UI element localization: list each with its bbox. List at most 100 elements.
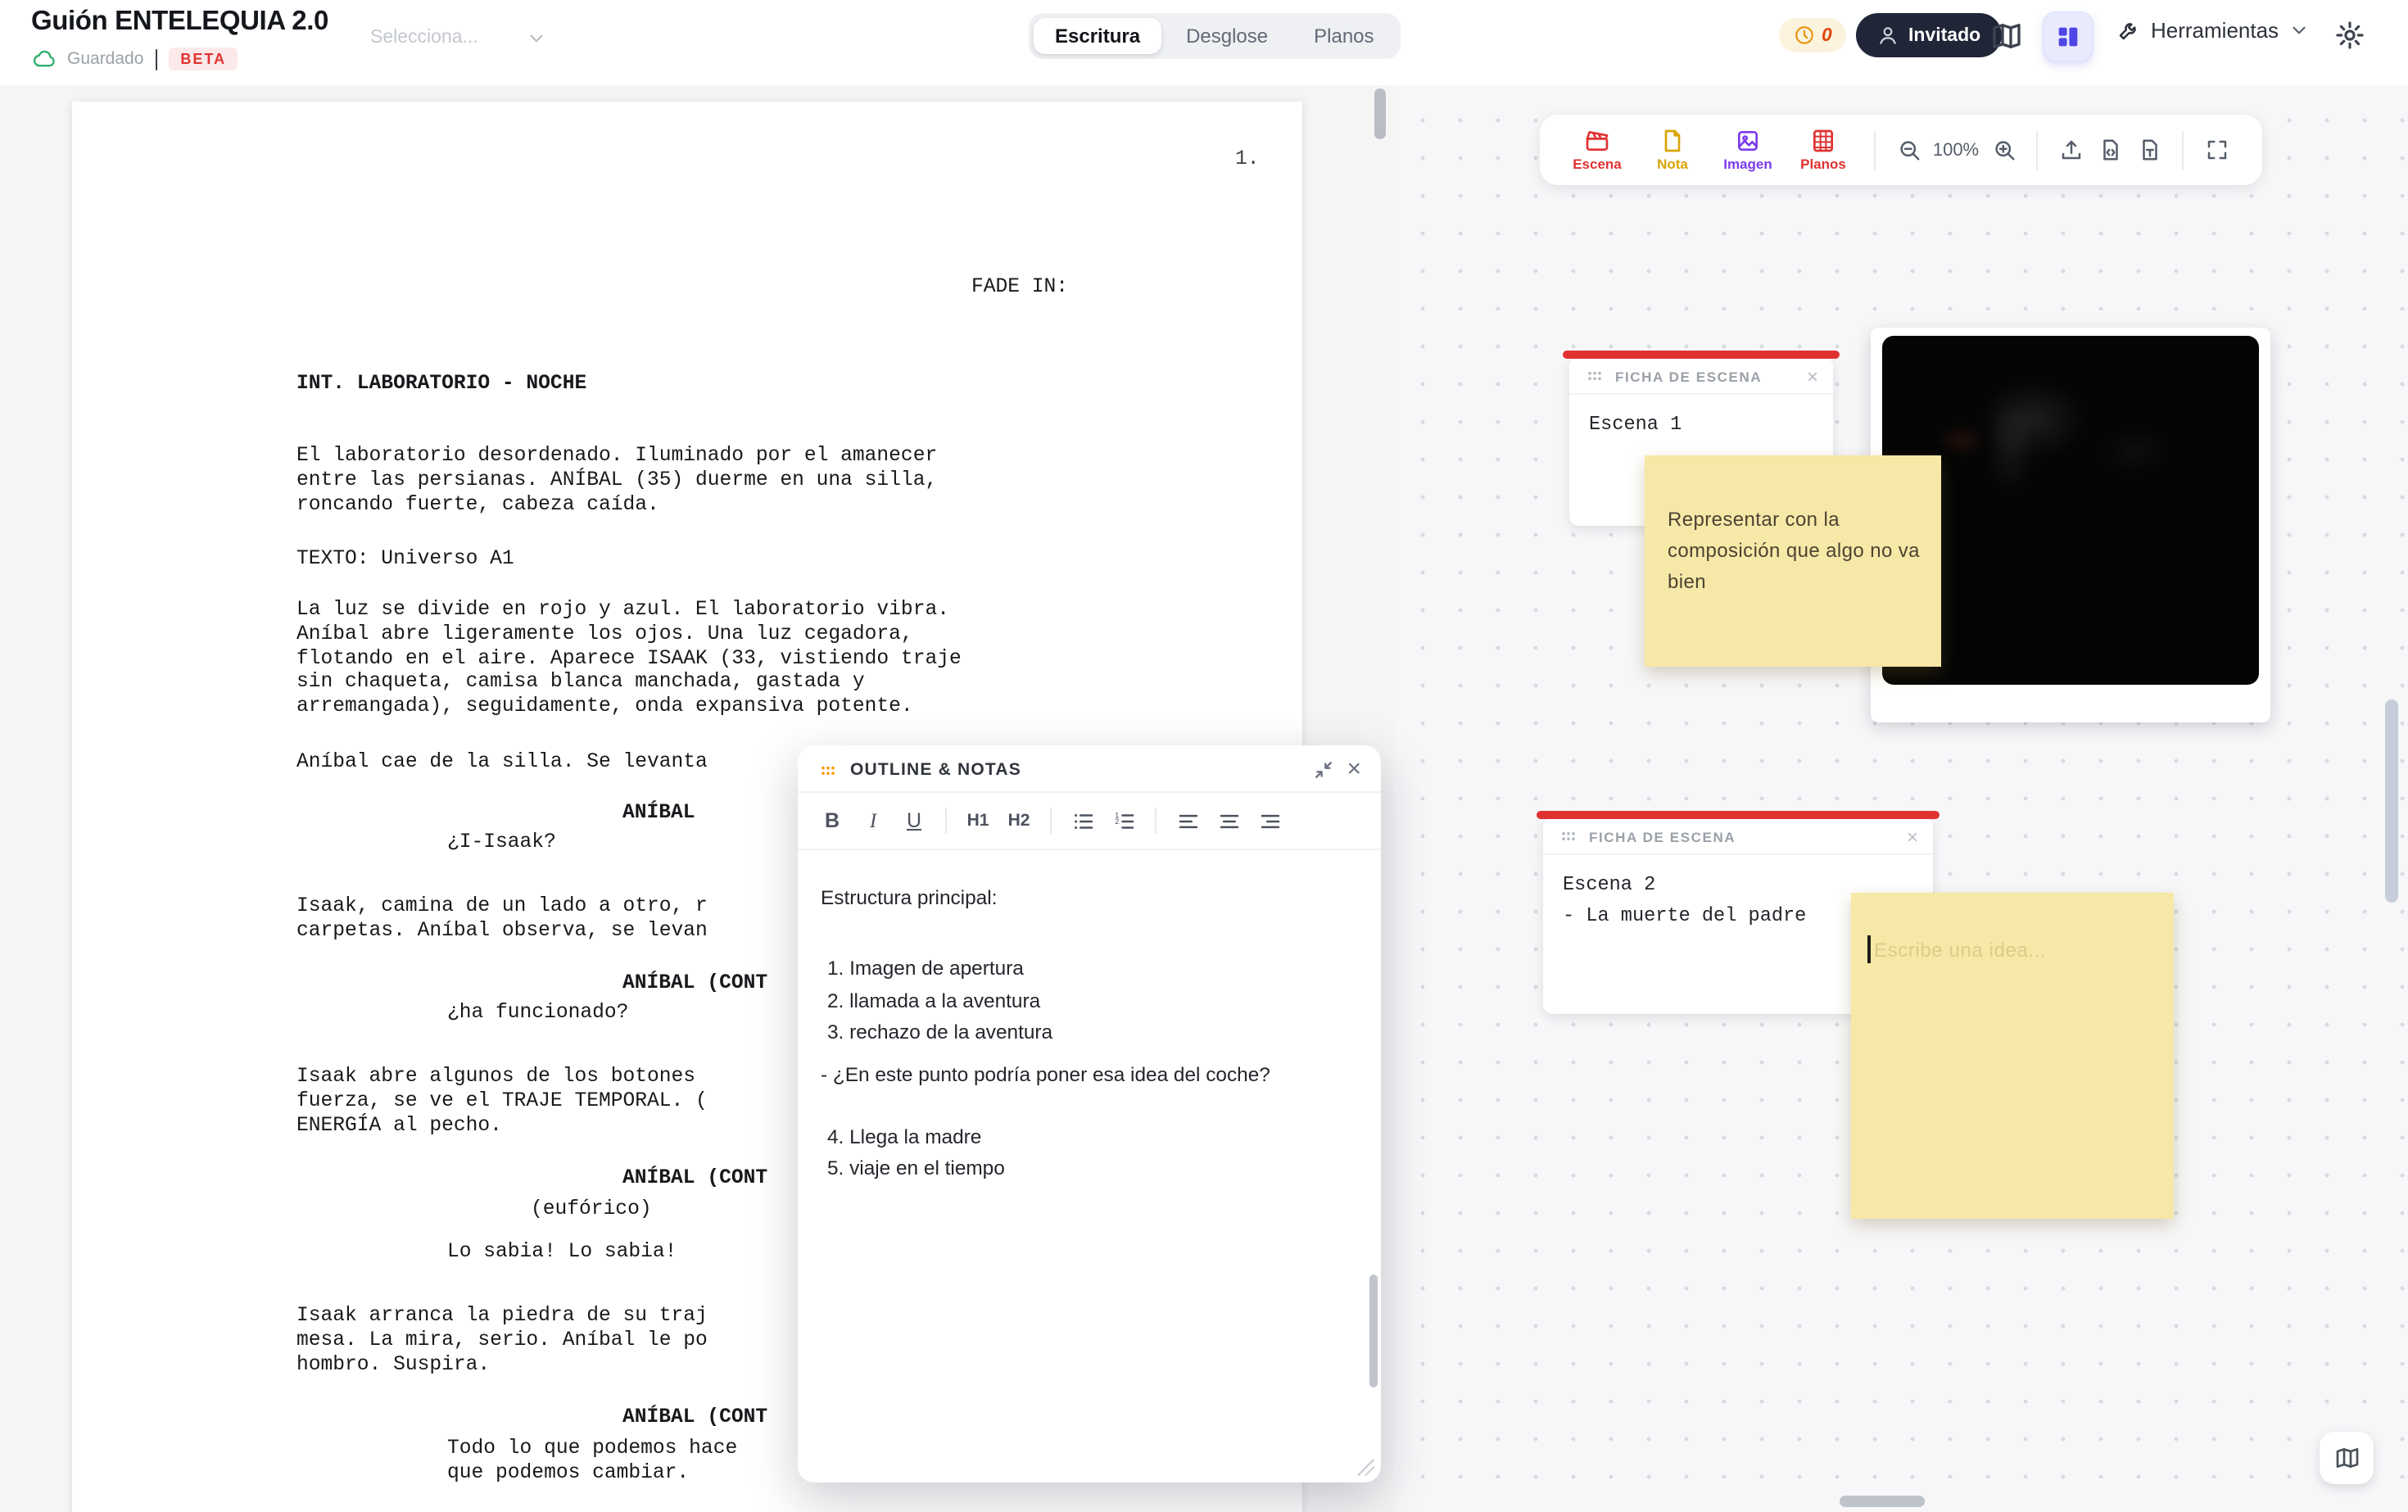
add-escena-button[interactable]: Escena (1559, 128, 1635, 172)
heading1-button[interactable]: H1 (960, 803, 996, 839)
bold-button[interactable]: B (814, 803, 850, 839)
fullscreen-button[interactable] (2197, 130, 2236, 170)
imagen-label: Imagen (1723, 156, 1772, 172)
resize-handle[interactable] (1358, 1460, 1374, 1476)
heading2-button[interactable]: H2 (1001, 803, 1037, 839)
add-planos-button[interactable]: Planos (1786, 128, 1861, 172)
script-action: Isaak, camina de un lado a otro, r carpe… (296, 894, 708, 942)
outline-line: 5. viaje en el tiempo (827, 1157, 1005, 1179)
close-icon[interactable]: × (1807, 366, 1818, 386)
outline-line: 2. llamada a la aventura (827, 989, 1041, 1012)
scene-card-body[interactable]: Escena 1 (1569, 393, 1833, 455)
drag-handle-icon[interactable] (1558, 826, 1579, 847)
bullet-list-button[interactable] (1065, 803, 1101, 839)
align-left-button[interactable] (1170, 803, 1206, 839)
app-root: Guión ENTELEQUIA 2.0 Guardado BETA Selec… (0, 0, 2408, 1512)
filetext-icon (2137, 138, 2161, 162)
nota-label: Nota (1657, 156, 1688, 172)
script-action: TEXTO: Universo A1 (296, 547, 514, 570)
script-action: El laboratorio desordenado. Iluminado po… (296, 444, 938, 516)
minimap-button[interactable] (2320, 1432, 2374, 1484)
drag-handle-icon[interactable] (1584, 365, 1605, 387)
canvas-horizontal-scrollbar[interactable] (1840, 1496, 1925, 1507)
scene-select[interactable]: Selecciona... (370, 20, 547, 56)
script-character: ANÍBAL (CONT (622, 1166, 768, 1189)
image-icon (1735, 128, 1761, 154)
chevron-down-icon (526, 27, 547, 48)
document-scrollbar[interactable] (1374, 88, 1386, 139)
divider (1874, 130, 1876, 170)
top-bar: Guión ENTELEQUIA 2.0 Guardado BETA Selec… (0, 0, 2408, 85)
close-icon[interactable]: × (1907, 826, 1918, 846)
outline-line: - ¿En este punto podría poner esa idea d… (821, 1063, 1270, 1086)
align-right-button[interactable] (1252, 803, 1288, 839)
italic-button[interactable]: I (855, 803, 891, 839)
tab-planos[interactable]: Planos (1292, 18, 1395, 54)
script-action: Isaak arranca la piedra de su traj mesa.… (296, 1304, 708, 1376)
page-number: 1. (1235, 147, 1260, 170)
zoom-out-button[interactable] (1889, 130, 1928, 170)
tab-desglose[interactable]: Desglose (1165, 18, 1289, 54)
upload-icon (2058, 138, 2083, 162)
sticky-note-1[interactable]: Representar con la composición que algo … (1645, 455, 1941, 667)
add-nota-button[interactable]: Nota (1635, 128, 1710, 172)
board-canvas[interactable]: Escena Nota Imagen Planos 100% FICHA DE ESCE… (1394, 85, 2408, 1512)
svg-text:2: 2 (1114, 817, 1118, 825)
outline-scrollbar[interactable] (1369, 1274, 1378, 1388)
grid-icon (2054, 23, 2082, 51)
beta-badge: BETA (169, 48, 238, 70)
file-code-button[interactable] (2090, 130, 2130, 170)
map-view-button[interactable] (1990, 20, 2023, 52)
outline-format-toolbar: B I U H1 H2 1 2 (798, 791, 1381, 850)
scene-select-placeholder: Selecciona... (370, 28, 478, 48)
script-character: ANÍBAL (CONT (622, 971, 768, 994)
fullscreen-icon (2204, 138, 2229, 162)
alignL-icon (1175, 808, 1200, 833)
script-action: Isaak abre algunos de los botones fuerza… (296, 1065, 708, 1137)
script-action: La luz se divide en rojo y azul. El labo… (296, 598, 962, 718)
drag-handle-icon[interactable] (817, 759, 839, 781)
filecode-icon (2098, 138, 2122, 162)
script-dialogue: Lo sabia! Lo sabia! (447, 1240, 677, 1263)
close-icon[interactable]: × (1347, 757, 1361, 781)
chevron-down-icon (2288, 20, 2310, 41)
outline-notes-panel[interactable]: OUTLINE & NOTAS × B I U H1 H2 1 2 Estructura p… (798, 745, 1381, 1483)
zoomin-icon (1991, 138, 2016, 162)
scene-card-accent (1563, 351, 1840, 358)
divider (1050, 808, 1052, 834)
underline-button[interactable]: U (896, 803, 932, 839)
escena-label: Escena (1573, 156, 1622, 172)
tools-menu-button[interactable]: Herramientas (2116, 18, 2310, 43)
canvas-vertical-scrollbar[interactable] (2385, 699, 2398, 903)
file-text-button[interactable] (2130, 130, 2169, 170)
timer-badge[interactable]: 0 (1779, 18, 1847, 52)
export-button[interactable] (2051, 130, 2090, 170)
zoom-in-button[interactable] (1984, 130, 2023, 170)
tools-label: Herramientas (2151, 18, 2279, 43)
outline-line: 3. rechazo de la aventura (827, 1021, 1053, 1043)
script-transition: FADE IN: (971, 275, 1069, 298)
align-center-button[interactable] (1211, 803, 1247, 839)
layout-grid-button[interactable] (2043, 11, 2093, 62)
outline-editor[interactable]: Estructura principal: 1. Imagen de apertu… (798, 850, 1381, 1473)
minimize-icon[interactable] (1312, 758, 1335, 781)
mode-tabs: Escritura Desglose Planos (1029, 13, 1401, 59)
tab-escritura[interactable]: Escritura (1034, 18, 1162, 54)
numbered-list-button[interactable]: 12 (1106, 803, 1142, 839)
settings-gear-button[interactable] (2334, 20, 2365, 51)
outline-panel-header: OUTLINE & NOTAS × (798, 745, 1381, 791)
guest-user-button[interactable]: Invitado (1856, 13, 2003, 57)
script-action: Aníbal cae de la silla. Se levanta (296, 750, 708, 773)
script-scene: INT. LABORATORIO - NOCHE (296, 372, 587, 395)
divider (945, 808, 947, 834)
clock-icon (1794, 25, 1815, 46)
scene-card-title: FICHA DE ESCENA (1589, 828, 1736, 844)
script-dialogue: ¿ha funcionado? (447, 1001, 629, 1024)
add-imagen-button[interactable]: Imagen (1710, 128, 1786, 172)
note-icon (1659, 128, 1686, 154)
sticky-note-2[interactable]: Escribe una idea... (1851, 893, 2174, 1219)
text-caret (1867, 935, 1870, 963)
ol-icon: 12 (1111, 808, 1136, 833)
timer-count: 0 (1822, 25, 1832, 45)
guest-label: Invitado (1908, 25, 1981, 45)
